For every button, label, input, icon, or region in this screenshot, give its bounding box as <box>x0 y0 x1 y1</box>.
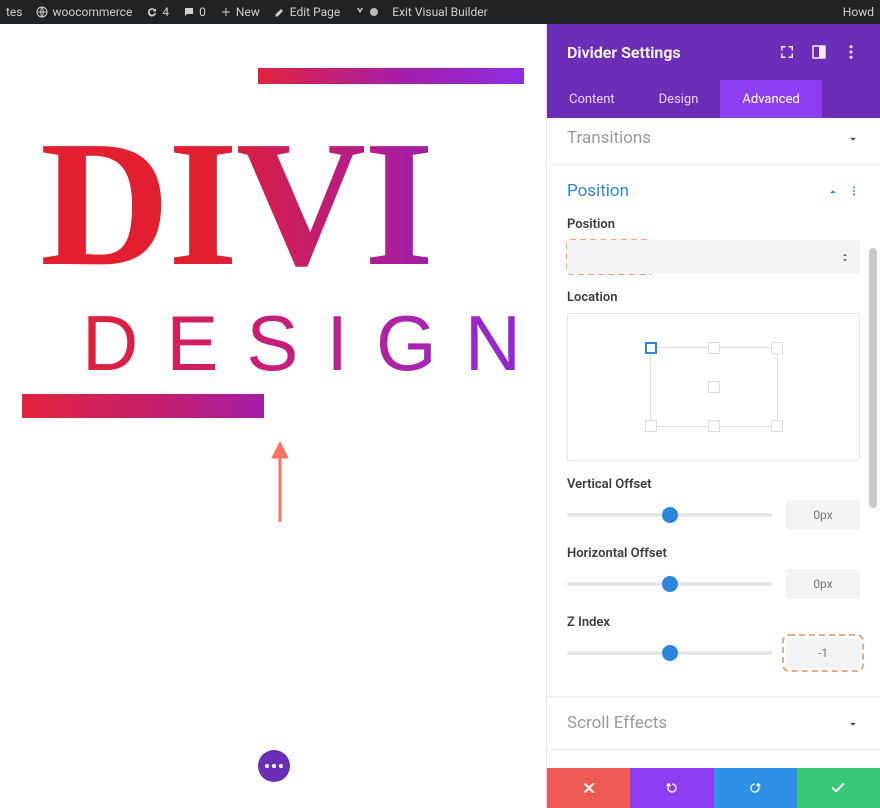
chevron-up-icon <box>826 184 840 198</box>
input-vertical-offset[interactable] <box>786 500 860 530</box>
location-top-right[interactable] <box>771 342 783 354</box>
builder-fab[interactable] <box>258 750 290 782</box>
section-scroll-effects[interactable]: Scroll Effects <box>547 703 880 743</box>
expand-icon[interactable] <box>778 43 796 61</box>
panel-header: Divider Settings <box>547 24 880 80</box>
field-horizontal-offset: Horizontal Offset <box>547 540 880 609</box>
heading-divi: DIVI <box>40 114 520 294</box>
close-icon <box>581 780 597 796</box>
wpbar-item-sites[interactable]: tes <box>6 5 22 19</box>
cancel-button[interactable] <box>547 768 630 808</box>
location-middle-center[interactable] <box>708 381 720 393</box>
field-location: Location <box>547 284 880 471</box>
page-preview: DIVI DESIGN <box>0 24 546 808</box>
wpbar-item-edit-page[interactable]: Edit Page <box>274 5 340 19</box>
redo-icon <box>747 780 763 796</box>
field-position: Position Absolute . <box>547 211 880 284</box>
pencil-icon <box>274 6 286 18</box>
wpbar-item-new[interactable]: New <box>220 5 260 19</box>
snap-icon[interactable] <box>810 43 828 61</box>
slider-horizontal-offset[interactable] <box>567 582 772 586</box>
wpbar-item-updates[interactable]: 4 <box>146 5 169 19</box>
location-bottom-left[interactable] <box>645 420 657 432</box>
chevron-down-icon <box>846 716 860 730</box>
wpbar-item-exit-builder[interactable]: Exit Visual Builder <box>392 5 488 19</box>
slider-z-index[interactable] <box>567 651 772 655</box>
tab-advanced[interactable]: Advanced <box>720 80 821 118</box>
location-bottom-center[interactable] <box>708 420 720 432</box>
divider-bottom <box>22 394 264 418</box>
label-horizontal-offset: Horizontal Offset <box>567 546 860 561</box>
tab-design[interactable]: Design <box>637 80 721 118</box>
plus-icon <box>220 6 232 18</box>
tab-content[interactable]: Content <box>547 80 637 118</box>
label-location: Location <box>567 290 860 305</box>
undo-icon <box>664 780 680 796</box>
slider-vertical-offset[interactable] <box>567 513 772 517</box>
annotation-arrow <box>270 442 290 528</box>
save-button[interactable] <box>797 768 880 808</box>
section-more-icon[interactable] <box>848 182 860 201</box>
label-vertical-offset: Vertical Offset <box>567 477 860 492</box>
divider-top <box>258 68 524 84</box>
section-transitions[interactable]: Transitions <box>547 118 880 158</box>
section-position[interactable]: Position <box>547 171 880 211</box>
panel-footer <box>547 768 880 808</box>
panel-tabs: Content Design Advanced <box>547 80 880 118</box>
scrollbar-thumb[interactable] <box>869 248 877 508</box>
slider-thumb[interactable] <box>662 645 678 661</box>
location-picker <box>567 313 860 461</box>
input-horizontal-offset[interactable] <box>786 569 860 599</box>
panel-title: Divider Settings <box>567 43 764 62</box>
wpbar-item-yoast[interactable] <box>354 6 378 18</box>
wpbar-item-howdy[interactable]: Howd <box>843 5 874 19</box>
status-dot-icon <box>370 8 378 16</box>
yoast-icon <box>354 6 366 18</box>
check-icon <box>830 780 846 796</box>
chevron-down-icon <box>846 131 860 145</box>
label-z-index: Z Index <box>567 615 860 630</box>
globe-icon <box>36 6 48 18</box>
location-top-center[interactable] <box>708 342 720 354</box>
label-position: Position <box>567 217 860 232</box>
location-bottom-right[interactable] <box>771 420 783 432</box>
select-position-full[interactable]: . <box>567 240 860 274</box>
redo-button[interactable] <box>714 768 797 808</box>
input-z-index[interactable] <box>786 638 860 668</box>
slider-thumb[interactable] <box>662 507 678 523</box>
wpbar-item-woocommerce[interactable]: woocommerce <box>36 5 132 19</box>
panel-scroll[interactable]: Transitions Position Positio <box>547 118 880 808</box>
location-top-left[interactable] <box>645 342 657 354</box>
wp-admin-bar: tes woocommerce 4 0 New Edit Page Exit V… <box>0 0 880 24</box>
heading-design: DESIGN <box>82 304 546 382</box>
comment-icon <box>183 6 195 18</box>
undo-button[interactable] <box>630 768 713 808</box>
refresh-icon <box>146 6 158 18</box>
wpbar-item-comments[interactable]: 0 <box>183 5 206 19</box>
field-z-index: Z Index <box>547 609 880 678</box>
more-icon[interactable] <box>842 43 860 61</box>
slider-thumb[interactable] <box>662 576 678 592</box>
settings-panel: Divider Settings Content Design Advanced… <box>546 24 880 808</box>
scrollbar[interactable] <box>866 118 880 598</box>
field-vertical-offset: Vertical Offset <box>547 471 880 540</box>
